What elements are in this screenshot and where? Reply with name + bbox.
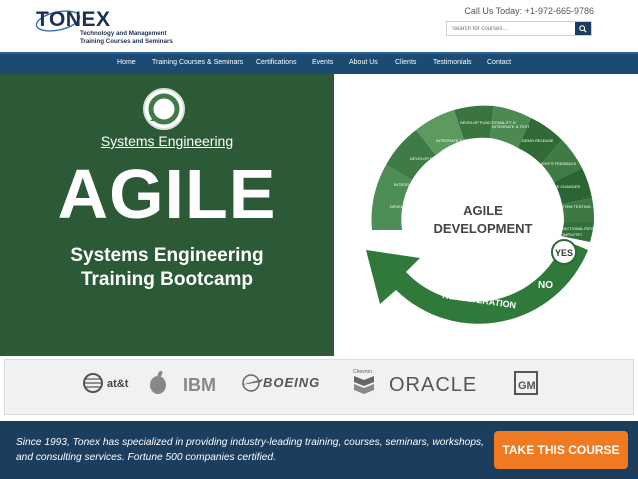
- ibm-logo-text: IBM: [183, 375, 216, 395]
- company-description: Since 1993, Tonex has specialized in pro…: [16, 437, 484, 463]
- segment-label: MAKE CHANGES: [548, 184, 581, 189]
- nav-item-training-courses[interactable]: Training Courses & Seminars: [152, 59, 243, 66]
- chevron-logo-text: Chevron: [353, 369, 372, 375]
- boeing-logo-icon: [241, 374, 263, 392]
- segment-label: INTEGRATE & TEST: [436, 138, 474, 143]
- segment-label: CLIENT'S FEEDBACK: [536, 161, 577, 166]
- agile-development-diagram: AGILE DEVELOPMENT DEVELOP FUNCTIONALITY …: [336, 80, 626, 350]
- segment-label: DEMO RELEASE: [522, 138, 554, 143]
- gm-logo-text: GM: [518, 380, 536, 392]
- agile-badge-icon: [143, 88, 185, 130]
- tonex-logo[interactable]: TONEX Technology and Management Training…: [34, 4, 174, 48]
- hero-tagline-line-1: Systems Engineering: [70, 245, 264, 266]
- question-label: ALL FUNCTIONALITIES: [550, 226, 594, 231]
- nav-item-clients[interactable]: Clients: [395, 59, 416, 66]
- hero-tagline-line-2: Training Bootcamp: [80, 269, 254, 290]
- nav-item-testimonials[interactable]: Testimonials: [433, 59, 472, 66]
- call-us-text: Call Us Today: +1-972-665-9786: [464, 6, 594, 16]
- hero-green-panel: Systems Engineering AGILE Systems Engine…: [0, 74, 334, 356]
- segment-label: DEVELOP FUNCTIONALITY 1: [390, 204, 446, 209]
- take-this-course-button[interactable]: TAKE THIS COURSE: [494, 431, 628, 469]
- hero-banner: Systems Engineering AGILE Systems Engine…: [0, 74, 638, 356]
- diagram-center-development: DEVELOPMENT: [434, 221, 533, 236]
- hero-title: AGILE: [57, 155, 277, 233]
- segment-label: INTEGRATE & TEST: [492, 124, 530, 129]
- no-label: NO: [538, 280, 553, 291]
- search-icon: [579, 24, 587, 33]
- search-button[interactable]: [575, 22, 591, 35]
- att-logo-text: at&t: [107, 378, 129, 390]
- nav-item-certifications[interactable]: Certifications: [256, 59, 296, 66]
- chevron-logo-icon: [354, 376, 374, 394]
- logo-tagline-line-1: Technology and Management: [80, 30, 167, 37]
- segment-label: INTEGRATE & TEST: [394, 182, 432, 187]
- site-header: TONEX Technology and Management Training…: [0, 0, 638, 52]
- main-nav: Home Training Courses & Seminars Certifi…: [0, 52, 638, 74]
- hero-subtitle: Systems Engineering: [100, 133, 234, 149]
- search-box: [446, 21, 592, 36]
- nav-item-home[interactable]: Home: [117, 59, 136, 66]
- oracle-logo-text: ORACLE: [389, 374, 477, 396]
- att-logo-icon: at&t: [83, 373, 129, 393]
- yes-label: YES: [555, 248, 573, 258]
- diagram-center-agile: AGILE: [463, 203, 503, 218]
- boeing-logo-text: BOEING: [263, 375, 320, 390]
- footer-bar: Since 1993, Tonex has specialized in pro…: [0, 421, 638, 479]
- nav-item-contact[interactable]: Contact: [487, 59, 511, 66]
- segment-label: DEVELOP FUNCTIONALITY 2: [410, 156, 466, 161]
- search-input[interactable]: [447, 22, 577, 35]
- segment-label: SYSTEM TESTING: [556, 204, 591, 209]
- question-label-2: COMPLETE?: [558, 232, 583, 237]
- nav-item-about-us[interactable]: About Us: [349, 59, 378, 66]
- nav-item-events[interactable]: Events: [312, 59, 333, 66]
- logo-wordmark: TONEX: [36, 8, 111, 31]
- logo-tagline: Technology and Management Training Cours…: [80, 30, 173, 45]
- hero-tagline: Systems Engineering Training Bootcamp: [0, 244, 334, 292]
- logo-tagline-line-2: Training Courses and Seminars: [80, 37, 173, 45]
- client-logos-strip: at&t IBM BOEING Chevron ORACLE GM: [4, 359, 634, 415]
- apple-logo-icon: [150, 370, 166, 394]
